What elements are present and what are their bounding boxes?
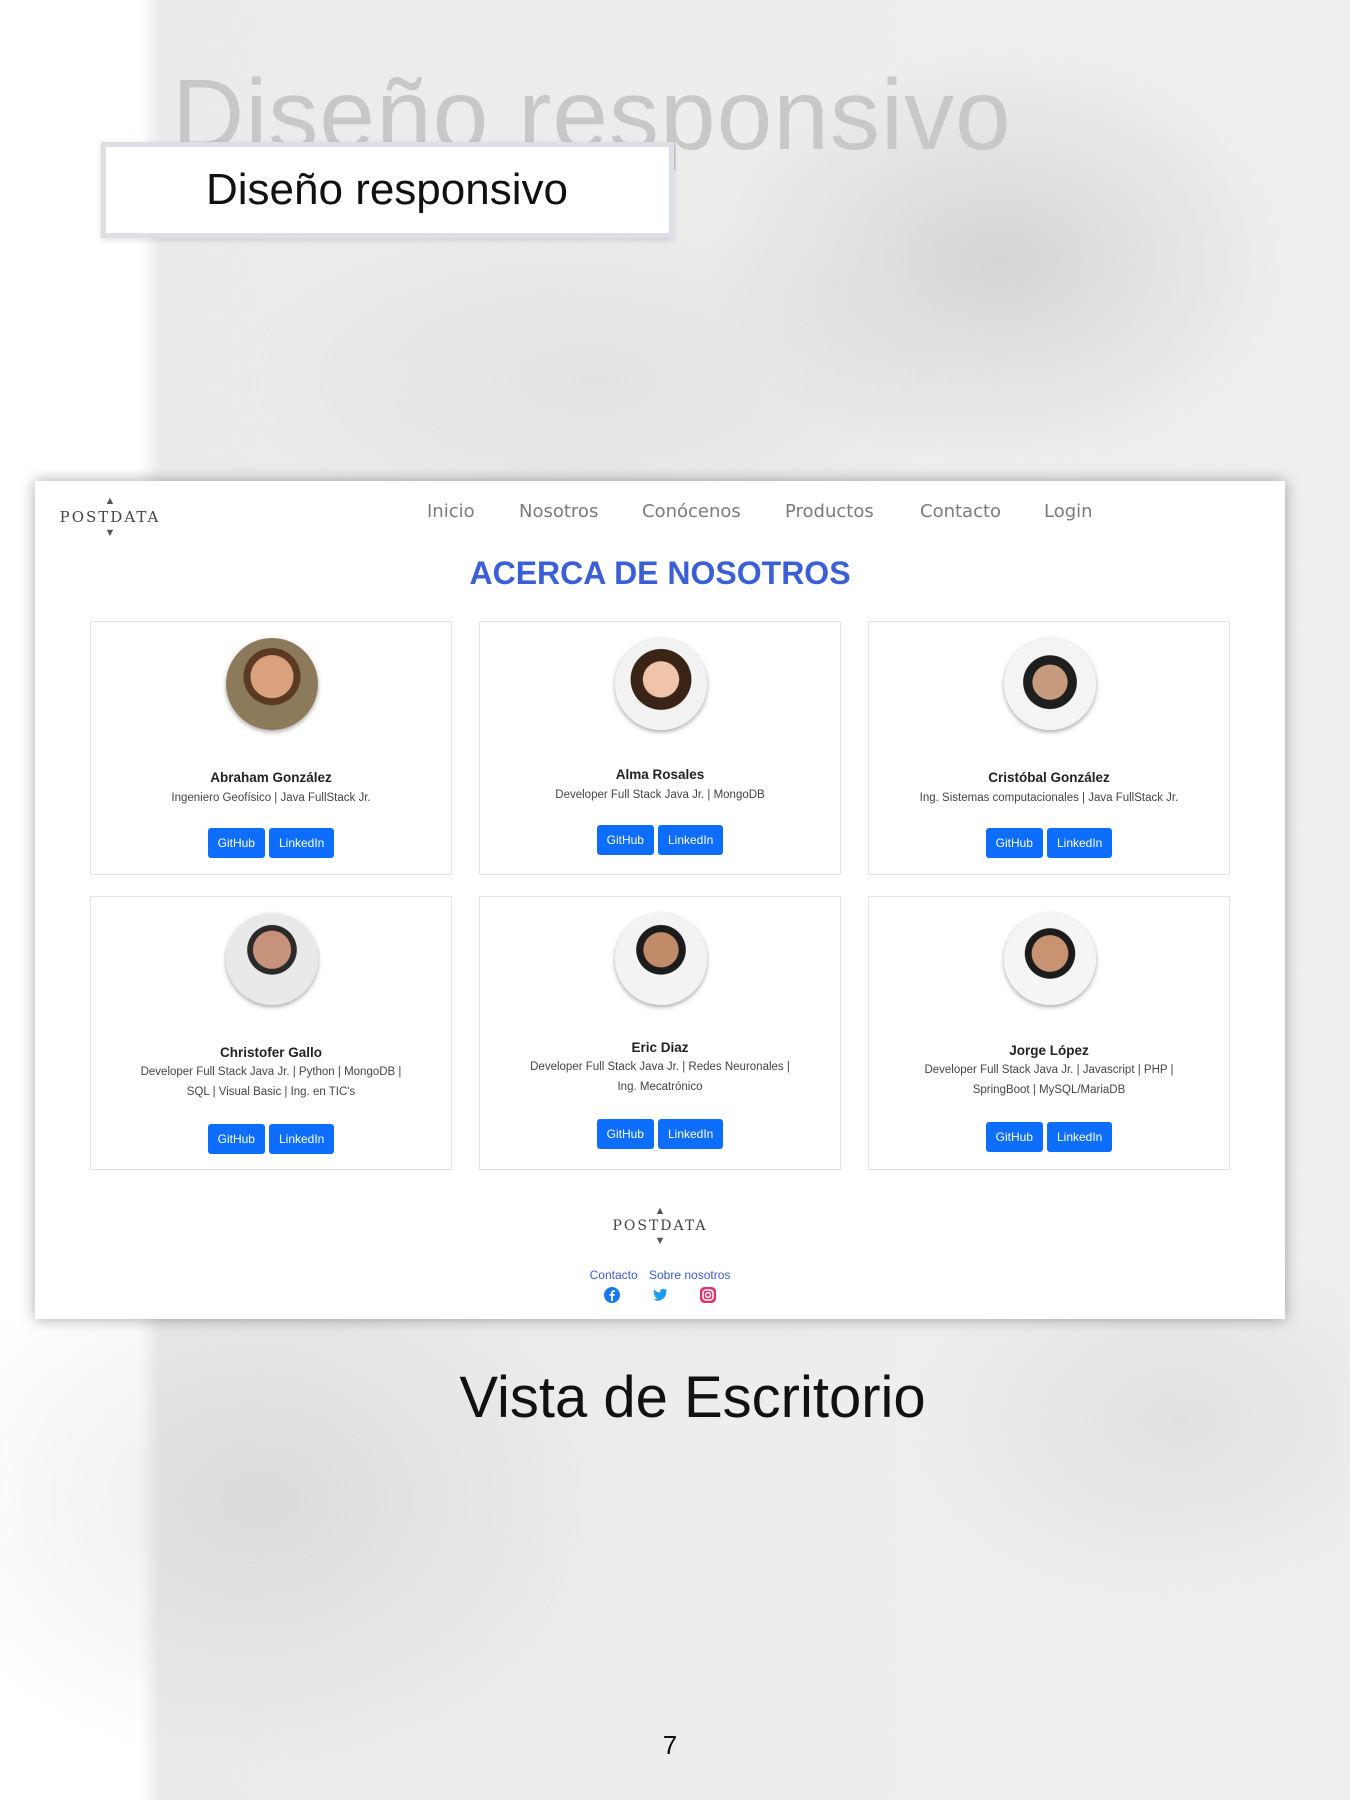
nav-inicio[interactable]: Inicio [427, 501, 475, 522]
footer-link-contacto[interactable]: Contacto [590, 1268, 638, 1282]
slide-caption: Vista de Escritorio [459, 1365, 926, 1430]
member-name: Abraham González [210, 770, 332, 785]
footer-logo-text: POSTDATA [612, 1218, 708, 1234]
nav-menu: Inicio Nosotros Conócenos Productos Cont… [35, 501, 1285, 531]
navbar: ▲ POSTDATA ▼ Inicio Nosotros Conócenos P… [35, 481, 1285, 551]
avatar [615, 638, 707, 730]
about-heading: ACERCA DE NOSOTROS [469, 555, 851, 591]
member-buttons: GitHub LinkedIn [869, 1122, 1229, 1152]
nav-nosotros[interactable]: Nosotros [519, 501, 598, 522]
member-desc: Ingeniero Geofísico | Java FullStack Jr. [171, 792, 371, 804]
footer-links: Contacto Sobre nosotros [35, 1268, 1285, 1282]
member-desc-line-2: SQL | Visual Basic | Ing. en TIC's [186, 1086, 356, 1098]
member-desc-line-2: Ing. Mecatrónico [617, 1081, 703, 1093]
member-buttons: GitHub LinkedIn [869, 828, 1229, 858]
member-name: Alma Rosales [615, 767, 705, 782]
member-desc: Developer Full Stack Java Jr. | MongoDB [555, 789, 765, 801]
member-desc-line-1: Developer Full Stack Java Jr. | Javascri… [924, 1064, 1174, 1076]
member-card: Alma Rosales Developer Full Stack Java J… [479, 621, 841, 875]
member-card: Christofer Gallo Developer Full Stack Ja… [90, 896, 452, 1170]
github-button[interactable]: GitHub [207, 828, 265, 858]
github-button[interactable]: GitHub [207, 1124, 265, 1154]
member-card: Jorge López Developer Full Stack Java Jr… [868, 896, 1230, 1170]
instagram-icon[interactable] [699, 1286, 717, 1304]
member-desc-line-2: SpringBoot | MySQL/MariaDB [972, 1084, 1126, 1096]
nav-conocenos[interactable]: Conócenos [642, 501, 741, 522]
slide-title: Diseño responsivo [206, 165, 568, 214]
avatar [1004, 638, 1096, 730]
linkedin-button[interactable]: LinkedIn [268, 828, 335, 858]
nav-contacto[interactable]: Contacto [920, 501, 1001, 522]
github-button[interactable]: GitHub [985, 828, 1043, 858]
member-name: Jorge López [1009, 1043, 1089, 1058]
member-buttons: GitHub LinkedIn [480, 1119, 840, 1149]
member-card: Eric Diaz Developer Full Stack Java Jr. … [479, 896, 841, 1170]
linkedin-button[interactable]: LinkedIn [1046, 1122, 1113, 1152]
member-buttons: GitHub LinkedIn [91, 828, 451, 858]
avatar [226, 638, 318, 730]
member-buttons: GitHub LinkedIn [480, 825, 840, 855]
member-buttons: GitHub LinkedIn [91, 1124, 451, 1154]
facebook-icon[interactable] [603, 1286, 621, 1304]
avatar [226, 913, 318, 1005]
member-desc-line-1: Developer Full Stack Java Jr. | Python |… [140, 1066, 402, 1078]
nav-login[interactable]: Login [1044, 501, 1093, 522]
github-button[interactable]: GitHub [596, 1119, 654, 1149]
footer-logo[interactable]: ▲ POSTDATA ▼ [610, 1205, 710, 1251]
footer-link-sobre-nosotros[interactable]: Sobre nosotros [649, 1268, 730, 1282]
footer-logo-ornament-icon: ▲ [654, 1205, 666, 1217]
member-desc: Ing. Sistemas computacionales | Java Ful… [919, 792, 1179, 804]
page-number: 7 [662, 1730, 678, 1760]
member-name: Eric Diaz [631, 1040, 689, 1055]
github-button[interactable]: GitHub [985, 1122, 1043, 1152]
title-box: Diseño responsivo [101, 142, 674, 238]
avatar [615, 913, 707, 1005]
twitter-icon[interactable] [651, 1286, 669, 1304]
linkedin-button[interactable]: LinkedIn [657, 1119, 724, 1149]
linkedin-button[interactable]: LinkedIn [1046, 828, 1113, 858]
member-card: Abraham González Ingeniero Geofísico | J… [90, 621, 452, 875]
desktop-screenshot: ▲ POSTDATA ▼ Inicio Nosotros Conócenos P… [35, 481, 1285, 1319]
footer-logo-ornament-bottom-icon: ▼ [654, 1235, 666, 1247]
nav-productos[interactable]: Productos [785, 501, 874, 522]
github-button[interactable]: GitHub [596, 825, 654, 855]
member-name: Cristóbal González [988, 770, 1110, 785]
member-desc-line-1: Developer Full Stack Java Jr. | Redes Ne… [530, 1061, 790, 1073]
linkedin-button[interactable]: LinkedIn [268, 1124, 335, 1154]
avatar [1004, 913, 1096, 1005]
member-card: Cristóbal González Ing. Sistemas computa… [868, 621, 1230, 875]
linkedin-button[interactable]: LinkedIn [657, 825, 724, 855]
member-name: Christofer Gallo [219, 1045, 322, 1060]
